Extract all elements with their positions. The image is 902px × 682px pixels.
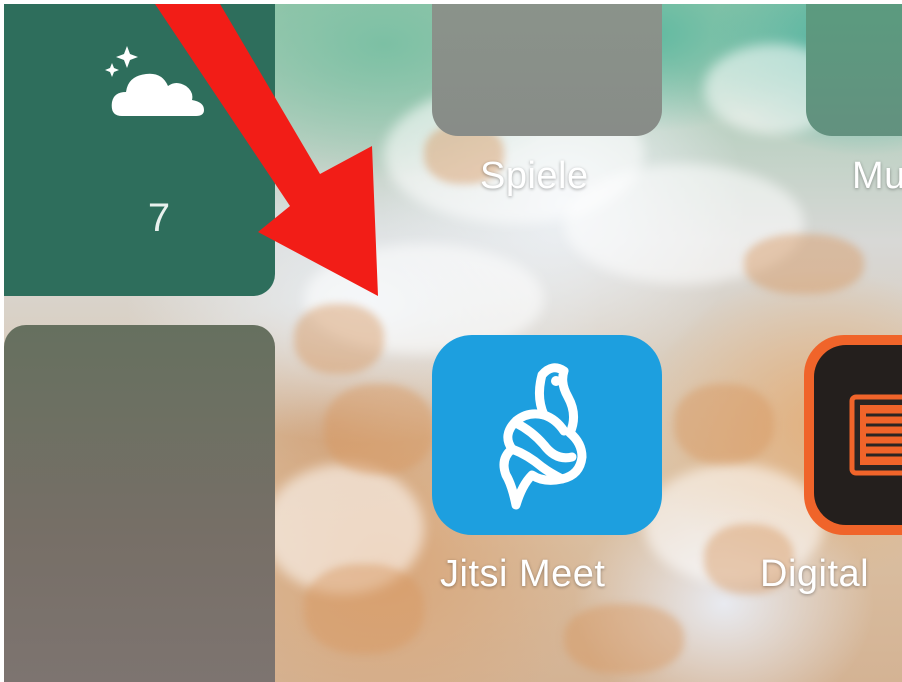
app-label-jitsi-meet: Jitsi Meet [440,553,606,595]
folder-mu[interactable] [806,4,902,136]
cloud-with-stars-icon [105,46,204,116]
weather-widget[interactable]: 7 [4,4,275,296]
folder-label-mu: Mu [852,155,902,197]
digital-editions-icon [814,345,902,525]
temperature-label: 7 [147,196,171,240]
jitsi-meet-app-icon[interactable] [432,335,662,535]
widget-placeholder[interactable] [4,325,275,682]
app-label-digital: Digital [760,553,870,595]
folder-spiele[interactable] [432,4,662,136]
folder-label-spiele: Spiele [480,155,589,197]
digital-editions-app-icon[interactable] [804,335,902,535]
jitsi-meet-bird-icon [499,363,587,510]
